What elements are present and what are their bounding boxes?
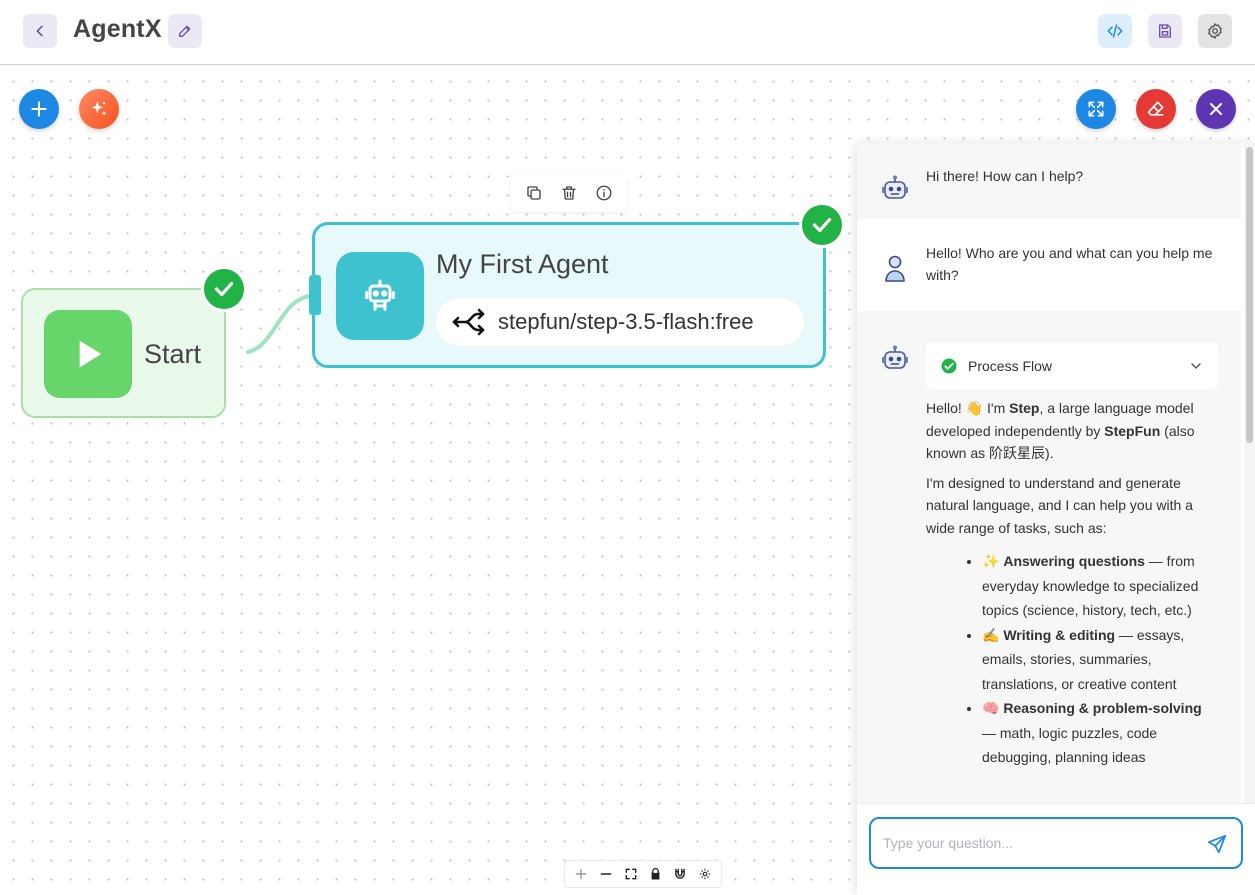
agent-model-selector[interactable]: stepfun/step-3.5-flash:free — [436, 298, 804, 346]
info-icon — [596, 185, 612, 201]
ai-assist-button[interactable] — [79, 89, 119, 129]
check-circle-icon — [941, 358, 957, 374]
list-item: ✍️ Writing & editing — essays, emails, s… — [982, 623, 1218, 697]
snap-button[interactable] — [670, 864, 690, 884]
start-node-status-badge — [201, 266, 247, 312]
duplicate-node-button[interactable] — [520, 179, 548, 207]
top-bar: AgentX — [0, 0, 1255, 65]
gear-icon — [1208, 23, 1222, 39]
chevron-left-icon — [36, 25, 43, 37]
agent-node[interactable]: My First Agent stepfun/step-3.5-flash:fr… — [312, 222, 826, 368]
clear-chat-button[interactable] — [1136, 89, 1176, 129]
sparkle-icon — [91, 101, 107, 116]
user-icon — [885, 255, 905, 282]
close-icon — [1210, 103, 1222, 115]
copy-icon — [527, 186, 542, 200]
pencil-icon — [179, 25, 191, 37]
agent-node-icon — [336, 252, 424, 340]
question-input[interactable] — [869, 817, 1243, 869]
app-title: AgentX — [73, 15, 162, 43]
start-node-label: Start — [144, 339, 202, 369]
check-icon — [812, 217, 832, 233]
process-flow-label: Process Flow — [968, 358, 1053, 374]
chat-message-bot-response: Process Flow Hello! 👋 I'm Step, a large … — [857, 311, 1241, 803]
save-icon — [1159, 24, 1171, 38]
start-node[interactable]: Start — [21, 288, 226, 418]
add-node-button[interactable] — [19, 89, 59, 129]
send-button[interactable] — [1203, 830, 1231, 858]
agent-node-status-badge — [799, 202, 845, 248]
agent-node-title: My First Agent — [436, 249, 609, 279]
chat-panel: Hi there! How can I help? Hello! Who are… — [857, 143, 1255, 895]
response-paragraph: Hello! 👋 I'm Step, a large language mode… — [926, 400, 1195, 461]
magnet-icon — [675, 868, 685, 879]
trash-icon — [562, 186, 576, 200]
edit-title-button[interactable] — [168, 14, 202, 48]
bot-avatar — [879, 343, 911, 375]
fit-view-button[interactable] — [621, 864, 641, 884]
back-button[interactable] — [23, 14, 57, 48]
start-node-icon — [44, 310, 132, 398]
lock-button[interactable] — [645, 864, 665, 884]
capability-list: ✨ Answering questions — from everyday kn… — [982, 549, 1218, 770]
list-item: 🧠 Reasoning & problem-solving — math, lo… — [982, 696, 1218, 770]
chat-input-area — [857, 803, 1255, 895]
eraser-icon — [1147, 101, 1164, 116]
plus-icon — [576, 868, 587, 880]
bot-response-body: Hello! 👋 I'm Step, a large language mode… — [926, 397, 1218, 770]
grid-icon — [699, 868, 710, 880]
node-toolbar — [511, 174, 627, 212]
list-item: ✨ Answering questions — from everyday kn… — [982, 549, 1218, 623]
expand-icon — [1088, 101, 1104, 117]
robot-icon — [882, 175, 908, 199]
robot-icon — [882, 345, 908, 369]
close-chat-button[interactable] — [1196, 89, 1236, 129]
chat-message-user: Hello! Who are you and what can you help… — [857, 219, 1241, 311]
process-flow-toggle[interactable]: Process Flow — [926, 343, 1218, 389]
agent-model-name: stepfun/step-3.5-flash:free — [498, 309, 754, 334]
fit-view-icon — [625, 868, 637, 880]
check-icon — [214, 281, 234, 297]
node-info-button[interactable] — [590, 179, 618, 207]
plus-icon — [31, 101, 47, 117]
play-icon — [79, 340, 102, 368]
bot-avatar — [879, 173, 911, 205]
code-icon — [1107, 24, 1123, 38]
agent-input-handle[interactable] — [309, 275, 321, 315]
fullscreen-chat-button[interactable] — [1076, 89, 1116, 129]
minimap-button[interactable] — [695, 864, 715, 884]
zoom-out-button[interactable] — [596, 864, 616, 884]
chat-scrollbar-thumb[interactable] — [1246, 147, 1253, 443]
code-view-button[interactable] — [1098, 14, 1132, 48]
chat-scrollbar[interactable] — [1244, 143, 1255, 803]
user-avatar — [879, 253, 911, 285]
chat-message-text: Hello! Who are you and what can you help… — [926, 245, 1213, 283]
save-button[interactable] — [1148, 14, 1182, 48]
delete-node-button[interactable] — [555, 179, 583, 207]
settings-button[interactable] — [1198, 14, 1232, 48]
chevron-down-icon — [1191, 363, 1201, 369]
zoom-in-button[interactable] — [571, 864, 591, 884]
split-arrow-icon — [452, 308, 485, 336]
minus-icon — [600, 873, 612, 875]
response-paragraph: I'm designed to understand and generate … — [926, 474, 1193, 536]
chat-message-bot: Hi there! How can I help? — [857, 143, 1241, 219]
chat-message-text: Hi there! How can I help? — [926, 168, 1084, 184]
robot-icon — [365, 279, 395, 311]
lock-icon — [651, 868, 660, 880]
send-icon — [1207, 834, 1227, 854]
canvas-controls — [564, 860, 722, 888]
